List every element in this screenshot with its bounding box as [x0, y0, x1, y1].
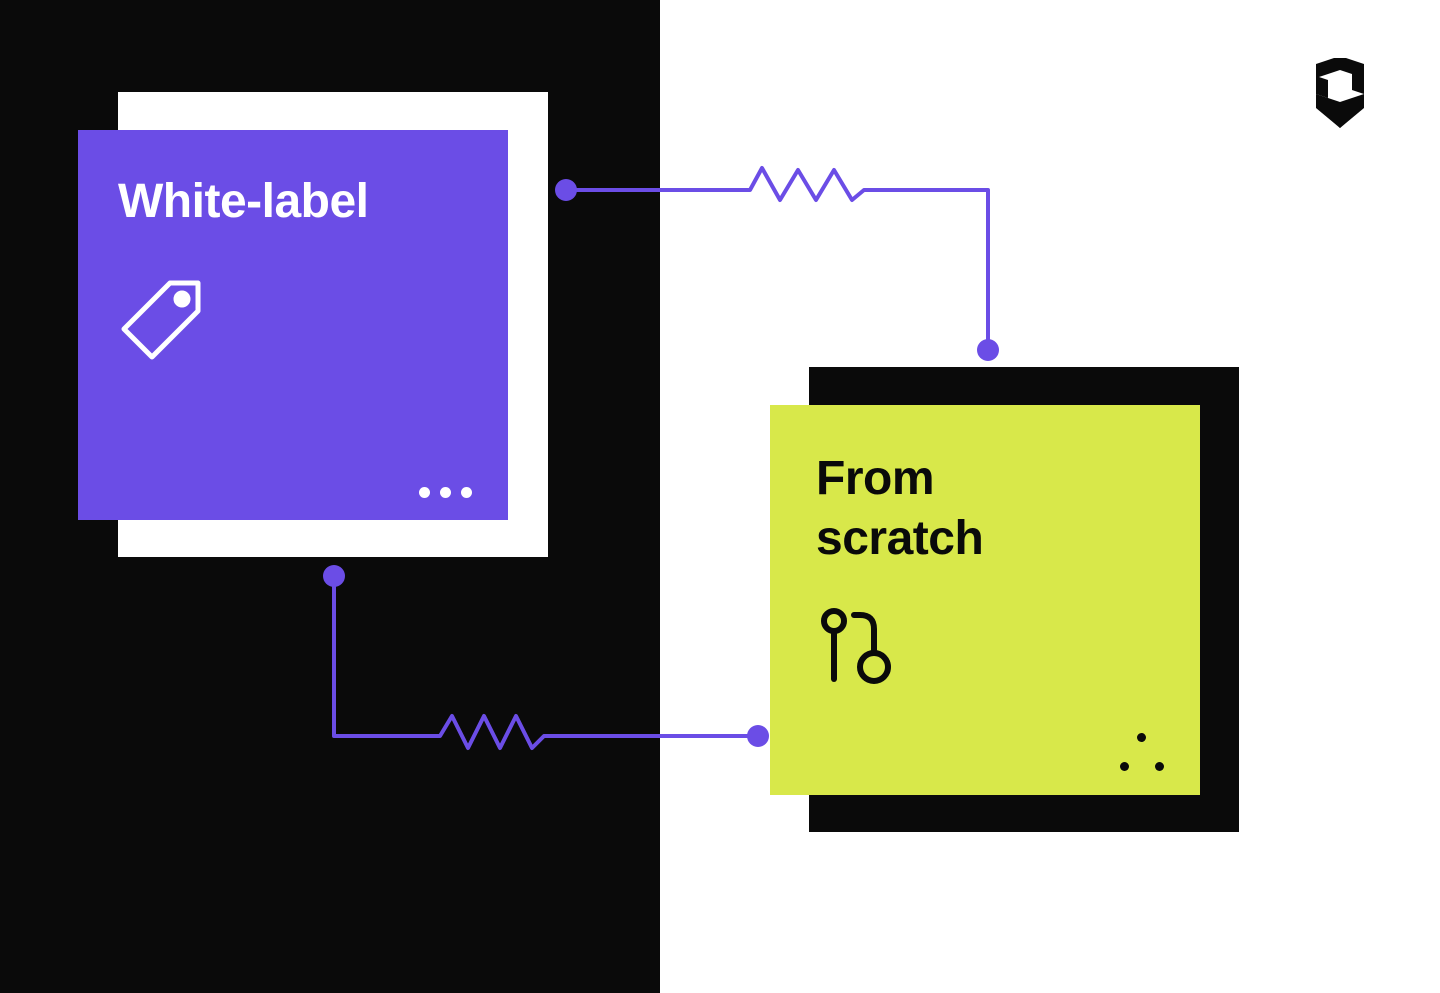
white-label-card: White-label — [78, 130, 508, 520]
diagram-canvas: White-label From scratch — [0, 0, 1440, 993]
tag-icon — [118, 277, 468, 372]
from-scratch-card: From scratch — [770, 405, 1200, 795]
white-label-title: White-label — [118, 174, 468, 229]
triangle-dots-icon — [1120, 733, 1164, 771]
from-scratch-title: From scratch — [816, 449, 1154, 569]
ellipsis-icon — [419, 487, 472, 498]
git-branch-icon — [816, 605, 1154, 696]
brand-logo — [1310, 58, 1370, 130]
